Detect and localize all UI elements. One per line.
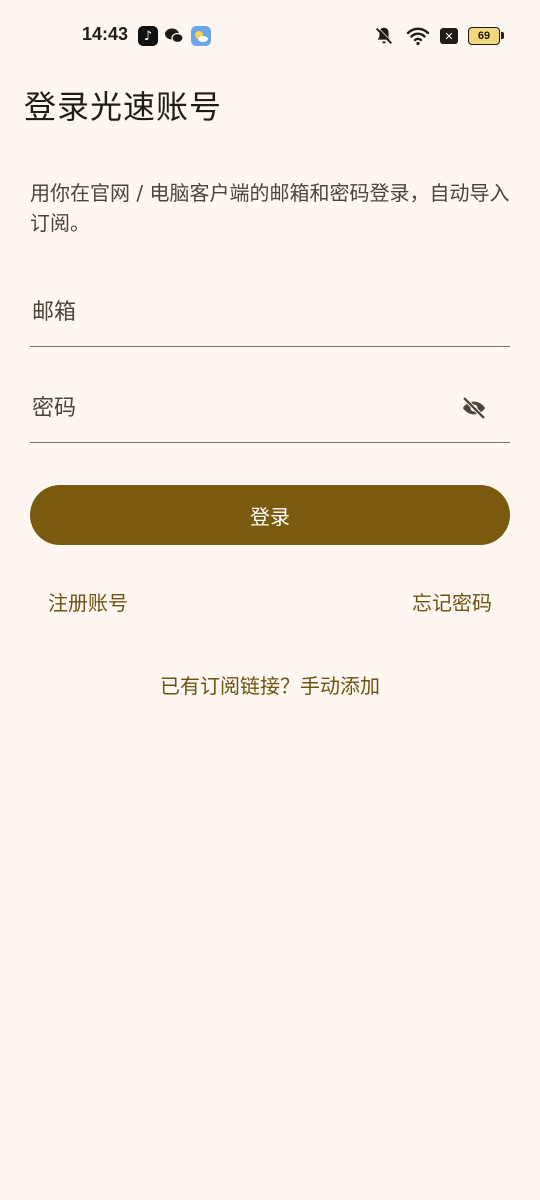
eye-off-icon[interactable] (460, 394, 488, 422)
forgot-password-link[interactable]: 忘记密码 (412, 587, 492, 616)
password-field[interactable] (30, 382, 452, 434)
status-icons: ✕ 69 (372, 24, 504, 48)
email-field-container (30, 286, 510, 347)
page-description: 用你在官网 / 电脑客户端的邮箱和密码登录，自动导入订阅。 (30, 181, 510, 235)
register-link[interactable]: 注册账号 (48, 587, 128, 616)
close-box-icon: ✕ (440, 28, 458, 44)
status-bar: 14:43 ♪ ✕ 69 (0, 0, 540, 72)
email-field[interactable] (30, 286, 452, 338)
battery-icon: 69 (468, 27, 504, 45)
weather-icon (191, 26, 211, 46)
page-title: 登录光速账号 (24, 88, 223, 126)
wifi-icon (406, 24, 430, 48)
manual-add-subscription-link[interactable]: 已有订阅链接？手动添加 (0, 670, 540, 699)
wechat-icon (164, 26, 184, 46)
tiktok-icon: ♪ (138, 26, 158, 46)
login-button[interactable]: 登录 (30, 485, 510, 545)
mute-bell-icon (372, 24, 396, 48)
status-time: 14:43 (82, 24, 129, 44)
password-field-container (30, 382, 510, 443)
